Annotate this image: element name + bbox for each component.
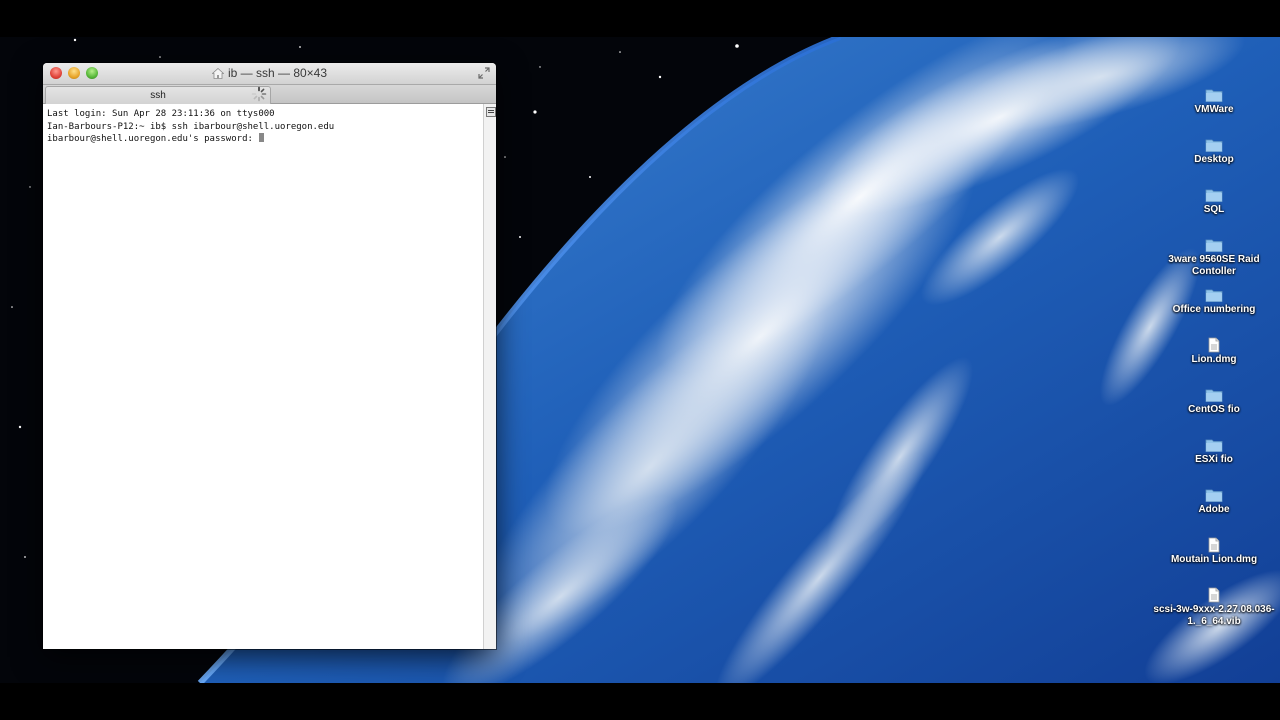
password-prompt: ibarbour@shell.uoregon.edu's password:	[47, 134, 259, 144]
tab-bar: ssh	[43, 85, 496, 104]
tab-ssh[interactable]: ssh	[45, 86, 271, 104]
desktop-item[interactable]: VMWare	[1150, 87, 1278, 116]
desktop-item[interactable]: Adobe	[1150, 487, 1278, 516]
folder-icon	[1205, 89, 1223, 102]
activity-spinner-icon	[251, 86, 267, 102]
terminal-line: Ian-Barbours-P12:~ ib$ ssh ibarbour@shel…	[47, 121, 335, 132]
desktop-item-label: Desktop	[1194, 154, 1234, 165]
folder-icon	[1205, 289, 1223, 302]
folder-icon	[1205, 239, 1223, 252]
text-cursor	[259, 133, 265, 142]
desktop-item-label: Office numbering	[1172, 304, 1256, 315]
window-title-area: ib — ssh — 80×43	[43, 63, 496, 84]
terminal-line: Last login: Sun Apr 28 23:11:36 on ttys0…	[47, 109, 275, 119]
desktop-item[interactable]: Moutain Lion.dmg	[1150, 537, 1278, 566]
desktop-item-label: 3ware 9560SE Raid Contoller	[1168, 254, 1260, 277]
desktop-item-label: CentOS fio	[1188, 404, 1240, 415]
close-button[interactable]	[50, 67, 62, 79]
file-icon	[1208, 537, 1220, 553]
folder-icon	[1205, 139, 1223, 152]
window-title: ib — ssh — 80×43	[227, 66, 328, 80]
letterbox-bottom	[0, 683, 1280, 720]
desktop-item-label: scsi-3w-9xxx-2.27.08.036-1._6_64.vib	[1153, 604, 1275, 627]
desktop-item[interactable]: Lion.dmg	[1150, 337, 1278, 366]
scrollbar-menu-icon[interactable]	[486, 107, 496, 117]
letterbox-top	[0, 0, 1280, 37]
terminal-window[interactable]: ib — ssh — 80×43 ssh Last login: Sun Apr…	[43, 63, 496, 649]
home-icon	[211, 68, 224, 79]
terminal-prompt-line: ibarbour@shell.uoregon.edu's password:	[47, 133, 483, 146]
desktop-item[interactable]: Desktop	[1150, 137, 1278, 166]
terminal-output[interactable]: Last login: Sun Apr 28 23:11:36 on ttys0…	[43, 104, 483, 649]
desktop-item[interactable]: Office numbering	[1150, 287, 1278, 316]
desktop-item[interactable]: scsi-3w-9xxx-2.27.08.036-1._6_64.vib	[1150, 587, 1278, 628]
desktop-item[interactable]: SQL	[1150, 187, 1278, 216]
desktop-item-label: ESXi fio	[1195, 454, 1233, 465]
folder-icon	[1205, 389, 1223, 402]
folder-icon	[1205, 439, 1223, 452]
file-icon	[1208, 587, 1220, 603]
folder-icon	[1205, 189, 1223, 202]
file-icon	[1208, 337, 1220, 353]
window-titlebar[interactable]: ib — ssh — 80×43	[43, 63, 496, 85]
desktop-item[interactable]: 3ware 9560SE Raid Contoller	[1150, 237, 1278, 278]
zoom-button[interactable]	[86, 67, 98, 79]
desktop-item[interactable]: CentOS fio	[1150, 387, 1278, 416]
fullscreen-icon[interactable]	[478, 67, 490, 79]
folder-icon	[1205, 489, 1223, 502]
desktop-item-label: SQL	[1203, 204, 1225, 215]
desktop-item[interactable]: ESXi fio	[1150, 437, 1278, 466]
minimize-button[interactable]	[68, 67, 80, 79]
tab-label: ssh	[150, 90, 166, 101]
vertical-scrollbar[interactable]	[483, 104, 496, 649]
desktop-item-label: Lion.dmg	[1191, 354, 1237, 365]
desktop-item-label: VMWare	[1194, 104, 1234, 115]
desktop-item-label: Moutain Lion.dmg	[1170, 554, 1258, 565]
desktop-item-label: Adobe	[1198, 504, 1230, 515]
